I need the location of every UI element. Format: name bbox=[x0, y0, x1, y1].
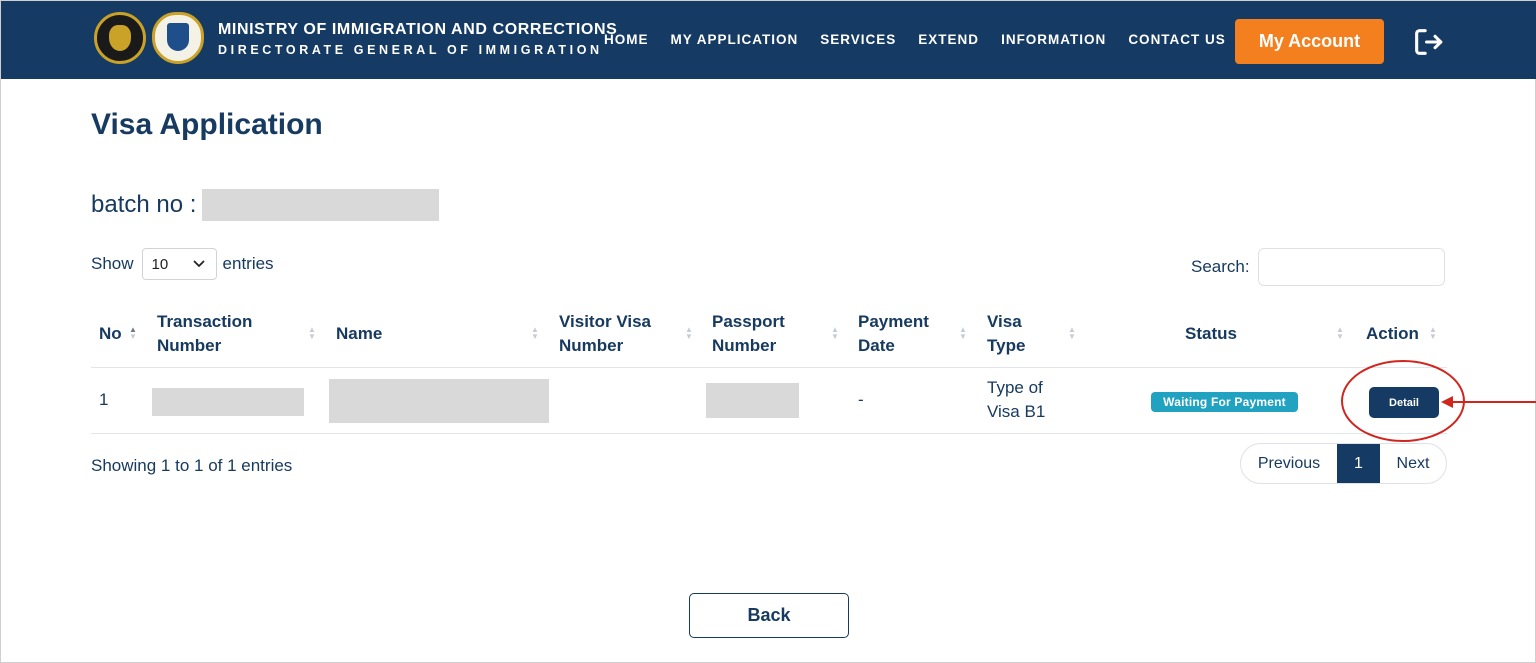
cell-visa-type: Type of Visa B1 bbox=[987, 378, 1046, 421]
nav-extend[interactable]: EXTEND bbox=[918, 32, 979, 47]
nav-information[interactable]: INFORMATION bbox=[1001, 32, 1106, 47]
nav-my-application[interactable]: MY APPLICATION bbox=[671, 32, 799, 47]
sort-icon: ▲ ▼ bbox=[531, 325, 539, 341]
brand-title: MINISTRY OF IMMIGRATION AND CORRECTIONS … bbox=[218, 21, 617, 57]
th-action[interactable]: Action bbox=[1366, 322, 1419, 346]
status-badge: Waiting For Payment bbox=[1151, 392, 1298, 412]
sort-icon: ▲ ▼ bbox=[959, 325, 967, 341]
th-no[interactable]: No bbox=[99, 322, 122, 346]
brand-line-2: DIRECTORATE GENERAL OF IMMIGRATION bbox=[218, 43, 603, 57]
search-input[interactable] bbox=[1257, 248, 1445, 286]
th-visa-type[interactable]: Visa Type bbox=[987, 310, 1037, 358]
entries-label: entries bbox=[222, 254, 274, 273]
th-passport-number[interactable]: Passport Number bbox=[712, 310, 812, 358]
logout-icon[interactable] bbox=[1411, 25, 1445, 59]
sort-icon: ▲ ▼ bbox=[129, 325, 137, 341]
redacted-name bbox=[329, 379, 549, 423]
top-navbar: MINISTRY OF IMMIGRATION AND CORRECTIONS … bbox=[1, 1, 1536, 79]
page-size-select[interactable]: 10 bbox=[141, 248, 217, 280]
chevron-down-icon bbox=[193, 260, 204, 267]
next-page-button[interactable]: Next bbox=[1380, 444, 1446, 483]
redacted-passport-number bbox=[706, 383, 799, 418]
show-entries-control: Show 10 entries bbox=[91, 248, 274, 280]
nav-services[interactable]: SERVICES bbox=[820, 32, 896, 47]
nav-home[interactable]: HOME bbox=[604, 32, 649, 47]
search-label: Search: bbox=[1191, 257, 1250, 276]
page-1-button[interactable]: 1 bbox=[1337, 444, 1380, 483]
sort-icon: ▲ ▼ bbox=[1068, 325, 1076, 341]
table-bottom-divider bbox=[91, 433, 1447, 434]
sort-icon: ▲ ▼ bbox=[831, 325, 839, 341]
my-account-button[interactable]: My Account bbox=[1235, 19, 1384, 64]
cell-no: 1 bbox=[99, 390, 109, 409]
pagination: Previous 1 Next bbox=[1240, 443, 1447, 484]
th-visitor-visa-number[interactable]: Visitor Visa Number bbox=[559, 310, 669, 358]
batch-number: batch no : bbox=[91, 189, 440, 221]
sort-icon: ▲ ▼ bbox=[685, 325, 693, 341]
th-status[interactable]: Status bbox=[1185, 322, 1237, 346]
table-header-divider bbox=[91, 367, 1447, 368]
cell-payment-date: - bbox=[858, 390, 864, 409]
th-transaction-number[interactable]: Transaction Number bbox=[157, 310, 277, 358]
annotation-arrow-icon bbox=[1441, 396, 1536, 408]
sort-icon: ▲ ▼ bbox=[1429, 325, 1437, 341]
immigration-emblem-logo bbox=[152, 12, 204, 64]
table-search: Search: bbox=[1191, 248, 1445, 286]
previous-page-button[interactable]: Previous bbox=[1241, 444, 1337, 483]
main-nav: HOME MY APPLICATION SERVICES EXTEND INFO… bbox=[604, 32, 1226, 47]
showing-entries-info: Showing 1 to 1 of 1 entries bbox=[91, 456, 293, 475]
th-payment-date[interactable]: Payment Date bbox=[858, 310, 948, 358]
brand-line-1: MINISTRY OF IMMIGRATION AND CORRECTIONS bbox=[218, 21, 618, 38]
nav-contact-us[interactable]: CONTACT US bbox=[1128, 32, 1226, 47]
back-button[interactable]: Back bbox=[689, 593, 849, 638]
batch-label: batch no : bbox=[91, 191, 197, 218]
page-title: Visa Application bbox=[91, 108, 323, 141]
show-label: Show bbox=[91, 254, 134, 273]
garuda-emblem-logo bbox=[94, 12, 146, 64]
page-size-value: 10 bbox=[151, 255, 169, 273]
redacted-transaction-number bbox=[152, 388, 304, 416]
th-name[interactable]: Name bbox=[336, 322, 382, 346]
redacted-batch-value bbox=[202, 189, 440, 221]
sort-icon: ▲ ▼ bbox=[308, 325, 316, 341]
sort-icon: ▲ ▼ bbox=[1336, 325, 1344, 341]
